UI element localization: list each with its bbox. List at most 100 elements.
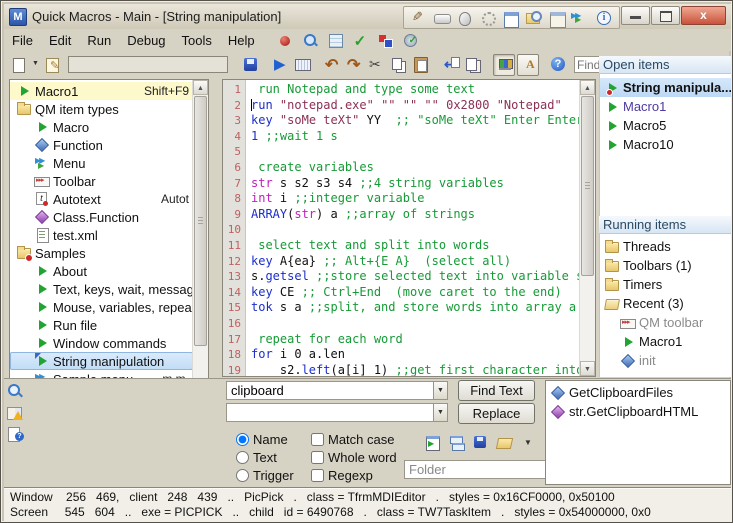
redo-icon[interactable]	[345, 55, 365, 75]
dialog-icon[interactable]	[546, 9, 569, 26]
tree-item-samples[interactable]: Samples	[10, 244, 193, 262]
code-line[interactable]: 17 repeat for each word	[223, 332, 580, 348]
code-line[interactable]: 1 run Notepad and type some text	[223, 82, 580, 98]
checkbox-match-case[interactable]: Match case	[311, 432, 394, 447]
find-window-icon[interactable]	[523, 9, 546, 26]
copy-icon[interactable]	[389, 55, 409, 75]
keyboard-icon[interactable]	[431, 9, 454, 26]
code-line[interactable]: 15tok s a ;;split, and store words into …	[223, 300, 580, 316]
checkbox-input-match-case[interactable]	[311, 433, 324, 446]
code-editor[interactable]: 1 run Notepad and type some text2run "no…	[222, 79, 596, 377]
mouse-icon[interactable]	[454, 9, 477, 26]
open-item-macro1[interactable]: Macro1	[600, 97, 731, 116]
new-dropdown-icon[interactable]	[31, 55, 41, 75]
spinner-icon[interactable]	[477, 9, 500, 26]
code-line[interactable]: 5	[223, 144, 580, 160]
undo-icon[interactable]	[323, 55, 343, 75]
book-warning-icon[interactable]	[6, 404, 24, 423]
find-dropdown-button[interactable]: ▼	[433, 381, 448, 400]
code-line[interactable]: 12key A{ea} ;; Alt+{E A} (select all)	[223, 254, 580, 270]
radio-name[interactable]: Name	[236, 432, 288, 447]
running-item-recent-3[interactable]: Recent (3)	[600, 294, 731, 313]
code-line[interactable]: 2run "notepad.exe" "" "" "" 0x2800 "Note…	[223, 98, 580, 114]
record-keys-icon[interactable]	[293, 55, 313, 75]
code-line[interactable]: 41 ;;wait 1 s	[223, 129, 580, 145]
tree-item-about[interactable]: About	[10, 262, 193, 280]
radio-input-text[interactable]	[236, 451, 249, 464]
properties-icon[interactable]	[43, 55, 63, 75]
running-item-threads[interactable]: Threads	[600, 237, 731, 256]
name-field[interactable]	[68, 56, 228, 73]
images-view-toggle-button[interactable]	[493, 54, 515, 76]
make-exe-icon[interactable]	[402, 32, 419, 49]
tree-item-macro1[interactable]: Macro1Shift+F9	[10, 82, 193, 100]
tree-item-string-manipulation[interactable]: String manipulation	[10, 352, 193, 370]
save-icon[interactable]	[472, 434, 489, 450]
find-icon[interactable]	[302, 32, 319, 49]
result-item-str-getclipboardhtml[interactable]: str.GetClipboardHTML	[546, 402, 730, 421]
menu-run[interactable]: Run	[79, 31, 119, 50]
result-item-getclipboardfiles[interactable]: GetClipboardFiles	[546, 383, 730, 402]
menu-help[interactable]: Help	[220, 31, 263, 50]
running-item-macro1[interactable]: Macro1	[600, 332, 731, 351]
find-text-button[interactable]: Find Text	[458, 380, 535, 401]
minimize-button[interactable]	[621, 6, 650, 25]
code-line[interactable]: 16	[223, 316, 580, 332]
title-bar[interactable]: M Quick Macros - Main - [String manipula…	[4, 4, 731, 30]
radio-input-name[interactable]	[236, 433, 249, 446]
scroll-down-button[interactable]: ▼	[580, 361, 595, 376]
menu-icon[interactable]	[569, 9, 592, 26]
checkbox-input-regexp[interactable]	[311, 469, 324, 482]
running-item-init[interactable]: init	[600, 351, 731, 370]
magnifier-icon[interactable]	[6, 382, 24, 401]
menu-debug[interactable]: Debug	[119, 31, 173, 50]
info-icon[interactable]	[592, 9, 615, 26]
tree-item-class-function[interactable]: Class.Function	[10, 208, 193, 226]
open-item-macro10[interactable]: Macro10	[600, 135, 731, 154]
code-line[interactable]: 13s.getsel ;;store selected text into va…	[223, 269, 580, 285]
code-line[interactable]: 14key CE ;; Ctrl+End (move caret to the …	[223, 285, 580, 301]
menu-edit[interactable]: Edit	[41, 31, 79, 50]
dialog-editor-icon[interactable]	[327, 32, 344, 49]
new-file-icon[interactable]	[9, 55, 29, 75]
open-item-macro5[interactable]: Macro5	[600, 116, 731, 135]
code-line[interactable]: 8int i ;;integer variable	[223, 191, 580, 207]
running-item-qm-toolbar[interactable]: QM toolbar	[600, 313, 731, 332]
radio-trigger[interactable]: Trigger	[236, 468, 294, 483]
editor-vertical-scrollbar[interactable]: ▲ ▼	[579, 80, 595, 376]
text-view-toggle-button[interactable]	[517, 54, 539, 76]
running-item-timers[interactable]: Timers	[600, 275, 731, 294]
run-icon[interactable]	[271, 55, 291, 75]
tree-vscroll-thumb[interactable]	[194, 96, 207, 346]
dropdown-icon[interactable]	[520, 434, 537, 450]
radio-input-trigger[interactable]	[236, 469, 249, 482]
find-input[interactable]	[226, 381, 433, 400]
doc-question-icon[interactable]	[6, 426, 24, 445]
code-line[interactable]: 19 s2.left(a[i] 1) ;;get first character…	[223, 363, 580, 376]
record-icon[interactable]	[277, 32, 294, 49]
running-item-toolbars-1[interactable]: Toolbars (1)	[600, 256, 731, 275]
checkbox-input-whole-word[interactable]	[311, 451, 324, 464]
tree-item-autotext[interactable]: AutotextAutot	[10, 190, 193, 208]
go-to-line-icon[interactable]	[441, 55, 461, 75]
code-line[interactable]: 3key "soMe teXt" YY ;; "soMe teXt" Enter…	[223, 113, 580, 129]
code-line[interactable]: 18for i 0 a.len	[223, 347, 580, 363]
window-run-icon[interactable]	[424, 434, 441, 450]
tree-item-test-xml[interactable]: test.xml	[10, 226, 193, 244]
windows-tile-icon[interactable]	[448, 434, 465, 450]
replace-input[interactable]	[226, 403, 433, 422]
save-icon[interactable]	[241, 55, 261, 75]
scroll-up-button[interactable]: ▲	[193, 80, 208, 95]
cut-icon[interactable]	[367, 55, 387, 75]
menu-file[interactable]: File	[4, 31, 41, 50]
open-item-string-manipula[interactable]: String manipula...	[600, 78, 731, 97]
tree-item-toolbar[interactable]: Toolbar	[10, 172, 193, 190]
menu-tools[interactable]: Tools	[174, 31, 220, 50]
replace-dropdown-button[interactable]: ▼	[433, 403, 448, 422]
window-list-icon[interactable]	[463, 55, 483, 75]
paste-icon[interactable]	[411, 55, 431, 75]
window-icon[interactable]	[500, 9, 523, 26]
check-syntax-icon[interactable]	[352, 32, 369, 49]
editor-vscroll-thumb[interactable]	[581, 96, 594, 276]
help-icon[interactable]	[549, 55, 569, 75]
